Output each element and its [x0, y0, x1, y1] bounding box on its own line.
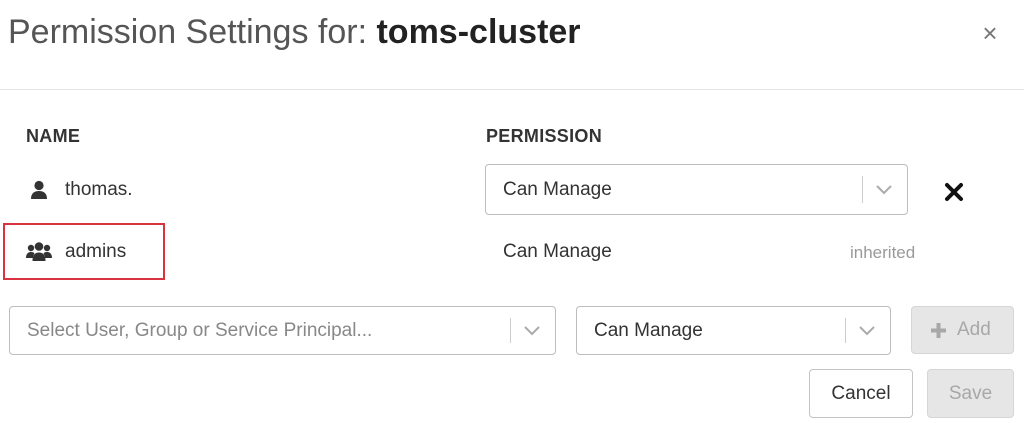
- chevron-down-icon: [876, 184, 892, 194]
- dialog-title-prefix: Permission Settings for:: [8, 13, 377, 51]
- user-icon: [31, 180, 47, 199]
- table-row: thomas. Can Manage: [0, 164, 1024, 216]
- chevron-down-icon: [859, 325, 875, 335]
- new-permission-select[interactable]: Can Manage: [576, 306, 891, 355]
- close-button[interactable]: ×: [978, 18, 1002, 48]
- select-separator: [510, 318, 511, 343]
- close-icon: ×: [982, 18, 998, 48]
- permission-settings-dialog: Permission Settings for: toms-cluster × …: [0, 0, 1024, 423]
- chevron-down-icon: [524, 325, 540, 335]
- column-header-permission: PERMISSION: [486, 126, 603, 146]
- dialog-title: Permission Settings for: toms-cluster: [8, 10, 581, 54]
- cancel-button[interactable]: Cancel: [809, 369, 913, 418]
- save-button[interactable]: Save: [927, 369, 1014, 418]
- plus-icon: [931, 323, 946, 338]
- select-separator: [862, 176, 863, 203]
- select-separator: [845, 318, 846, 343]
- cancel-button-label: Cancel: [831, 383, 891, 404]
- add-button-label: Add: [957, 319, 991, 340]
- permission-value: Can Manage: [503, 241, 612, 262]
- permission-select-value: Can Manage: [503, 178, 612, 200]
- principal-name: thomas.: [65, 179, 133, 200]
- inherited-label: inherited: [850, 243, 916, 262]
- save-button-label: Save: [948, 383, 993, 404]
- principal-select-placeholder: Select User, Group or Service Principal.…: [27, 319, 373, 341]
- principal-select[interactable]: Select User, Group or Service Principal.…: [9, 306, 556, 355]
- new-permission-select-value: Can Manage: [594, 319, 703, 341]
- cluster-name: toms-cluster: [376, 13, 581, 51]
- highlight-box: [3, 223, 165, 280]
- permission-select[interactable]: Can Manage: [485, 164, 908, 215]
- dialog-header: Permission Settings for: toms-cluster ×: [0, 0, 1024, 90]
- column-header-name: NAME: [26, 126, 81, 146]
- close-icon: [945, 183, 963, 201]
- add-button[interactable]: Add: [911, 306, 1014, 354]
- remove-permission-button[interactable]: [944, 182, 964, 202]
